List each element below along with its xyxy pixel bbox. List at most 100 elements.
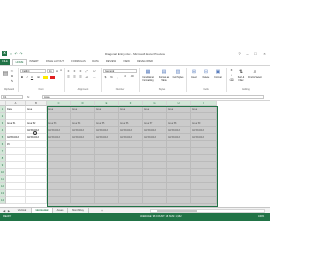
cell-g13[interactable]: [143, 190, 167, 197]
cell-d2[interactable]: [71, 113, 95, 120]
align-bottom-icon[interactable]: ≡: [78, 69, 83, 73]
cell-e9[interactable]: [95, 162, 119, 169]
cell-a1[interactable]: Date: [6, 106, 26, 113]
copy-icon[interactable]: ⧉: [10, 74, 14, 78]
cell-a11[interactable]: [6, 176, 26, 183]
cell-d3[interactable]: Area 54: [71, 120, 95, 127]
cell-i6[interactable]: [191, 141, 217, 148]
number-format-select[interactable]: General: [103, 69, 137, 73]
formula-input[interactable]: Area: [42, 95, 264, 99]
borders-icon[interactable]: ⊞: [36, 75, 41, 79]
cell-d13[interactable]: [71, 190, 95, 197]
minimize-button[interactable]: –: [244, 50, 251, 57]
sort-filter-icon[interactable]: ⇅: [237, 68, 245, 76]
cell-d11[interactable]: [71, 176, 95, 183]
cell-f11[interactable]: [119, 176, 143, 183]
save-icon[interactable]: ▪: [9, 52, 13, 56]
font-name-select[interactable]: Calibri: [20, 69, 46, 73]
cell-a4[interactable]: [6, 127, 26, 134]
sort-filter-label[interactable]: Sort & Filter: [235, 77, 247, 83]
cell-f1[interactable]: Area: [119, 106, 143, 113]
cell-b3[interactable]: Area 52: [26, 120, 47, 127]
cell-b1[interactable]: Area: [26, 106, 47, 113]
clear-icon[interactable]: ⌫: [229, 78, 234, 82]
cell-e3[interactable]: Area 55: [95, 120, 119, 127]
cell-h10[interactable]: [167, 169, 191, 176]
cell-a6[interactable]: 45: [6, 141, 26, 148]
cell-g9[interactable]: [143, 162, 167, 169]
find-select-label[interactable]: Find & Select: [248, 77, 262, 80]
cell-i4[interactable]: 02/15/2013: [191, 127, 217, 134]
cell-i1[interactable]: Area: [191, 106, 217, 113]
cell-c4[interactable]: 02/15/2013: [47, 127, 71, 134]
bold-icon[interactable]: B: [20, 75, 24, 79]
zoom-level[interactable]: 100%: [258, 213, 264, 221]
cell-b5[interactable]: 02/15/2013: [26, 134, 47, 141]
italic-icon[interactable]: I: [25, 75, 29, 79]
cell-i13[interactable]: [191, 190, 217, 197]
orientation-icon[interactable]: ⤢: [84, 69, 89, 73]
cell-styles-icon[interactable]: ▥: [173, 68, 183, 76]
cell-h11[interactable]: [167, 176, 191, 183]
cell-f9[interactable]: [119, 162, 143, 169]
cell-f10[interactable]: [119, 169, 143, 176]
cell-c2[interactable]: [47, 113, 71, 120]
cell-g8[interactable]: [143, 155, 167, 162]
cell-g7[interactable]: [143, 148, 167, 155]
cell-d14[interactable]: [71, 197, 95, 204]
cell-c7[interactable]: [47, 148, 71, 155]
cell-f4[interactable]: 02/15/2013: [119, 127, 143, 134]
cut-icon[interactable]: ✂: [10, 69, 14, 73]
worksheet-grid[interactable]: ABCDEFGHI 1 2 3 4 5 6 7 8 9 10 11 12 13 14 Date Area Ar…: [0, 101, 270, 207]
cell-e7[interactable]: [95, 148, 119, 155]
cell-g3[interactable]: Area 57: [143, 120, 167, 127]
percent-icon[interactable]: %: [109, 75, 114, 79]
cell-e10[interactable]: [95, 169, 119, 176]
cell-e14[interactable]: [95, 197, 119, 204]
cell-c9[interactable]: [47, 162, 71, 169]
cell-b8[interactable]: [26, 155, 47, 162]
fill-color-icon[interactable]: [43, 76, 48, 79]
align-right-icon[interactable]: ☰: [78, 75, 83, 79]
shrink-font-icon[interactable]: A: [59, 69, 63, 73]
font-size-select[interactable]: 11: [47, 69, 54, 73]
align-center-icon[interactable]: ☰: [72, 75, 77, 79]
cell-e13[interactable]: [95, 190, 119, 197]
font-color-icon[interactable]: [50, 76, 55, 79]
conditional-formatting-label[interactable]: Conditional Formatting: [140, 77, 156, 83]
cell-f2[interactable]: [119, 113, 143, 120]
insert-function-icon[interactable]: fx: [27, 95, 39, 99]
cell-c8[interactable]: [47, 155, 71, 162]
cell-h13[interactable]: [167, 190, 191, 197]
format-as-table-label[interactable]: Format as Table: [157, 77, 171, 83]
cell-f7[interactable]: [119, 148, 143, 155]
insert-cells-label[interactable]: Insert: [188, 77, 200, 79]
indent-icon[interactable]: ⇥: [84, 75, 89, 79]
cell-h9[interactable]: [167, 162, 191, 169]
cell-i11[interactable]: [191, 176, 217, 183]
cell-d7[interactable]: [71, 148, 95, 155]
cell-b2[interactable]: [26, 113, 47, 120]
cell-d1[interactable]: Area: [71, 106, 95, 113]
cell-d12[interactable]: [71, 183, 95, 190]
close-button[interactable]: ×: [261, 50, 268, 57]
cell-b6[interactable]: [26, 141, 47, 148]
cell-d5[interactable]: 02/15/2013: [71, 134, 95, 141]
align-left-icon[interactable]: ☰: [66, 75, 71, 79]
underline-icon[interactable]: U: [30, 75, 34, 79]
cell-f14[interactable]: [119, 197, 143, 204]
cell-g14[interactable]: [143, 197, 167, 204]
insert-cells-icon[interactable]: ⊞: [190, 68, 198, 76]
decrease-decimal-icon[interactable]: .00: [129, 75, 135, 79]
maximize-button[interactable]: □: [252, 50, 259, 57]
cell-f6[interactable]: [119, 141, 143, 148]
cell-g10[interactable]: [143, 169, 167, 176]
cell-d10[interactable]: [71, 169, 95, 176]
delete-cells-label[interactable]: Delete: [200, 77, 212, 79]
cell-i9[interactable]: [191, 162, 217, 169]
cell-e6[interactable]: [95, 141, 119, 148]
cell-a9[interactable]: [6, 162, 26, 169]
delete-cells-icon[interactable]: ⊟: [202, 68, 210, 76]
format-as-table-icon[interactable]: ▤: [159, 68, 169, 76]
cell-c1[interactable]: Area: [47, 106, 71, 113]
